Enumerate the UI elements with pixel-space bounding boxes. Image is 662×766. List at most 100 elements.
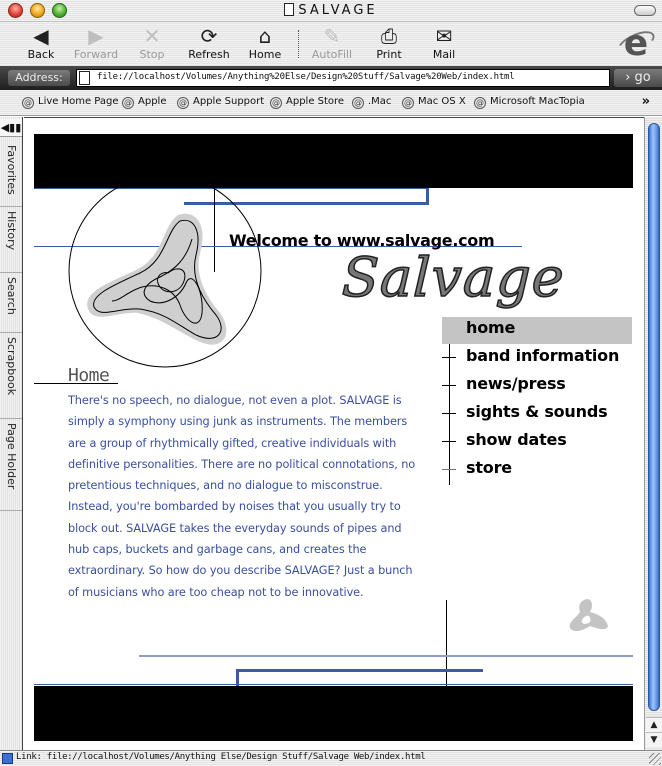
status-bar: Link: file://localhost/Volumes/Anything … [0,750,662,766]
favorite-label: Apple Support [193,96,265,107]
refresh-button[interactable]: ⟳ Refresh [181,24,237,64]
favorites-bar: @ Live Home Page @ Apple @ Apple Support @ A… [0,90,662,116]
favorite-label: Live Home Page [38,96,119,107]
window-title-text: SALVAGE [298,3,378,18]
address-bar: Address: file://localhost/Volumes/Anythi… [0,66,662,90]
footer-accent-line [236,669,483,672]
link-status-icon [2,753,13,764]
stop-button[interactable]: ✕ Stop [124,24,180,64]
page-body-text: There's no speech, no dialogue, not even… [68,394,416,599]
nav-link-home[interactable]: home [466,318,515,337]
tab-label: Favorites [5,145,18,195]
tab-label: Scrapbook [5,337,18,396]
nav-vertical-line [449,344,450,485]
page-heading: Home [68,365,110,386]
vertical-scrollbar[interactable]: ▲ ▼ [644,117,662,750]
toolbar-toggle-button[interactable] [634,5,656,16]
salvage-triskelion-logo [68,174,262,368]
tab-label: Page Holder [5,423,18,490]
footer-vertical-line [446,600,447,686]
salvage-wordmark-logo: Salvage [340,245,566,310]
nav-link-band-information[interactable]: band information [466,346,619,365]
nav-tick-line [442,357,456,358]
print-label: Print [376,48,402,61]
at-link-icon: @ [122,97,134,109]
favorite-apple-support[interactable]: @ Apple Support [177,96,264,109]
back-arrow-icon: ◀ [33,24,49,48]
back-button[interactable]: ◀ Back [13,24,69,64]
at-link-icon: @ [402,97,414,109]
at-link-icon: @ [177,97,189,109]
explorer-sidebar-tabs: ◀▮▮ Favorites History Search Scrapbook P… [0,117,23,750]
printer-icon: ⎙ [381,24,397,48]
favorite-microsoft-mactopia[interactable]: @ Microsoft MacTopia [474,96,585,109]
favorite-label: Apple [138,96,167,107]
footer-rule-line [34,684,633,685]
tab-history[interactable]: History [0,207,22,273]
favorite-label: .Mac [368,96,392,107]
tab-page-holder[interactable]: Page Holder [0,419,22,511]
web-page-content: Welcome to www.salvage.com Salvage home … [24,117,644,750]
favorite-label: Mac OS X [418,96,466,107]
at-link-icon: @ [22,97,34,109]
nav-tick-line [442,469,456,470]
autofill-button[interactable]: ✎ AutoFill [304,24,360,64]
home-icon: ⌂ [258,24,272,48]
scroll-up-arrow-icon[interactable]: ▲ [646,717,662,732]
more-favorites-chevron-icon[interactable]: » [642,94,650,109]
at-link-icon: @ [352,97,364,109]
nav-tick-line [442,385,456,386]
favorite-apple-store[interactable]: @ Apple Store [270,96,344,109]
status-text: Link: file://localhost/Volumes/Anything … [16,752,426,762]
scroll-down-arrow-icon[interactable]: ▼ [646,732,662,747]
logo-grey-fill [87,213,227,345]
footer-black-band [34,686,633,741]
tab-favorites[interactable]: Favorites [0,141,22,207]
nav-link-sights-sounds[interactable]: sights & sounds [466,402,608,421]
tab-search[interactable]: Search [0,273,22,333]
favorite-label: Microsoft MacTopia [490,96,585,107]
address-label: Address: [8,70,70,86]
toolbar: ◀ Back ▶ Forward ✕ Stop ⟳ Refresh ⌂ Home… [0,22,662,66]
mail-icon: ✉ [435,24,453,48]
resize-grip-icon[interactable] [649,753,661,765]
forward-label: Forward [73,48,119,61]
back-label: Back [27,48,55,61]
mail-label: Mail [432,48,456,61]
home-label: Home [248,48,282,61]
mail-button[interactable]: ✉ Mail [416,24,472,64]
nav-link-store[interactable]: store [466,458,512,477]
address-input[interactable]: file://localhost/Volumes/Anything%20Else… [76,69,610,87]
forward-button[interactable]: ▶ Forward [68,24,124,64]
favorite-mac-os-x[interactable]: @ Mac OS X [402,96,466,109]
favorite-label: Apple Store [286,96,345,107]
internet-explorer-logo-icon: e [623,23,649,64]
favorite-apple[interactable]: @ Apple [122,96,166,109]
autofill-label: AutoFill [311,48,353,61]
favorite-mac[interactable]: @ .Mac [352,96,391,109]
refresh-label: Refresh [188,48,230,61]
footer-light-line [139,655,633,657]
stop-x-icon: ✕ [143,24,161,48]
stop-label: Stop [139,48,165,61]
address-value[interactable]: file://localhost/Volumes/Anything%20Else… [97,72,515,82]
document-icon [284,3,295,16]
window-title: SALVAGE [0,3,662,18]
nav-link-news-press[interactable]: news/press [466,374,566,393]
go-button[interactable]: › go [614,69,662,87]
tab-label: Search [5,277,18,315]
toolbar-separator [298,30,299,58]
scrollbar-thumb[interactable] [648,123,660,711]
favorite-live-home-page[interactable]: @ Live Home Page [22,96,119,109]
tab-label: History [5,211,18,251]
sidebar-toggle-icon[interactable]: ◀▮▮ [0,119,22,137]
at-link-icon: @ [474,97,486,109]
page-document-icon[interactable] [79,71,90,85]
nav-tick-line [442,441,456,442]
nav-tick-line [442,413,456,414]
small-mark-shape [569,599,608,632]
home-button[interactable]: ⌂ Home [237,24,293,64]
tab-scrapbook[interactable]: Scrapbook [0,333,22,419]
print-button[interactable]: ⎙ Print [361,24,417,64]
nav-link-show-dates[interactable]: show dates [466,430,567,449]
